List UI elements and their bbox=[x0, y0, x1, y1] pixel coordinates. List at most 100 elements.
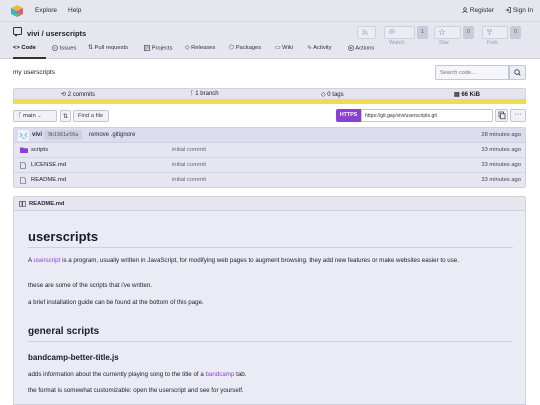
fork-label: Fork bbox=[487, 40, 498, 46]
issue-icon bbox=[52, 45, 58, 51]
tab-issues-label: Issues bbox=[59, 45, 77, 52]
register-link[interactable]: Register bbox=[462, 7, 494, 14]
file-name[interactable]: LICENSE.md bbox=[31, 162, 66, 168]
signin-link[interactable]: Sign In bbox=[505, 7, 533, 14]
branches-link[interactable]: ᚴ 1 branch bbox=[190, 91, 219, 97]
project-icon bbox=[144, 45, 150, 51]
eye-icon bbox=[389, 29, 395, 34]
https-toggle[interactable]: HTTPS bbox=[336, 109, 361, 122]
branch-name: main bbox=[23, 113, 36, 119]
tab-wiki[interactable]: ▭ Wiki bbox=[275, 45, 293, 51]
search-input[interactable] bbox=[435, 65, 509, 80]
active-tab-indicator bbox=[13, 57, 46, 59]
nav-explore[interactable]: Explore bbox=[35, 7, 57, 14]
bandcamp-link[interactable]: bandcamp bbox=[205, 371, 234, 378]
database-icon: ▤ bbox=[454, 92, 460, 98]
file-name[interactable]: README.md bbox=[31, 177, 66, 183]
file-commit-message[interactable]: initial commit bbox=[172, 147, 206, 153]
tab-releases[interactable]: ◇ Releases bbox=[185, 45, 215, 51]
copy-icon bbox=[498, 111, 506, 120]
tab-actions[interactable]: Actions bbox=[348, 45, 374, 52]
file-time: 33 minutes ago bbox=[481, 177, 521, 183]
tags-link[interactable]: ◇ 0 tags bbox=[321, 91, 344, 98]
tab-projects[interactable]: Projects bbox=[144, 45, 173, 52]
more-options-button[interactable]: ··· bbox=[510, 109, 526, 122]
copy-button[interactable] bbox=[495, 109, 508, 122]
pulse-icon: ∿ bbox=[307, 45, 312, 51]
tab-projects-label: Projects bbox=[151, 45, 173, 52]
file-commit-message[interactable]: initial commit bbox=[172, 162, 206, 168]
language-bar[interactable] bbox=[13, 100, 526, 104]
search-button[interactable] bbox=[509, 65, 526, 80]
nav-help[interactable]: Help bbox=[68, 7, 81, 14]
fork-icon bbox=[487, 28, 492, 35]
commit-author[interactable]: vivi bbox=[32, 132, 42, 138]
tab-activity[interactable]: ∿ Activity bbox=[307, 45, 332, 51]
tab-packages[interactable]: ⬡ Packages bbox=[229, 45, 261, 51]
logo-icon[interactable] bbox=[10, 4, 24, 18]
tag-icon: ◇ bbox=[321, 92, 326, 98]
repo-icon bbox=[13, 27, 22, 37]
commits-link[interactable]: ⟲ 2 commits bbox=[61, 91, 95, 98]
tab-packages-label: Packages bbox=[235, 45, 262, 51]
branch-icon: ᚴ bbox=[190, 91, 194, 97]
signin-label: Sign In bbox=[512, 7, 534, 14]
fork-count[interactable]: 0 bbox=[510, 26, 521, 39]
watch-button[interactable]: Watch bbox=[384, 26, 415, 46]
latest-commit-row: vivi 9b1981e56a remove .gitignore 28 min… bbox=[14, 128, 525, 143]
userscript-link[interactable]: userscript bbox=[34, 257, 61, 264]
file-icon bbox=[20, 177, 26, 184]
fork-button[interactable]: Fork bbox=[482, 26, 508, 46]
rss-icon bbox=[362, 28, 368, 35]
repo-description: my userscripts bbox=[13, 69, 55, 76]
repo-title[interactable]: vivi / userscripts bbox=[27, 29, 86, 38]
file-commit-message[interactable]: initial commit bbox=[172, 177, 206, 183]
branches-count: 1 branch bbox=[195, 91, 219, 97]
sign-in-icon bbox=[505, 7, 511, 14]
file-row-license[interactable]: LICENSE.md initial commit 33 minutes ago bbox=[14, 158, 525, 173]
readme-paragraph: a brief installation guide can be found … bbox=[28, 299, 204, 306]
repo-size-value: 66 KiB bbox=[461, 92, 481, 98]
star-button[interactable]: Star bbox=[434, 26, 461, 46]
file-row-readme[interactable]: README.md initial commit 33 minutes ago bbox=[14, 173, 525, 188]
readme-paragraph: adds information about the currently pla… bbox=[28, 370, 513, 379]
file-icon bbox=[20, 162, 26, 169]
text: adds information about the currently pla… bbox=[28, 371, 206, 378]
readme-paragraph: these are some of the scripts that i've … bbox=[28, 282, 152, 289]
watch-label: Watch bbox=[389, 40, 405, 46]
star-icon bbox=[439, 28, 445, 35]
chevron-down-icon: ⌄ bbox=[37, 113, 42, 119]
tag-icon: ◇ bbox=[185, 45, 190, 51]
file-row-scripts[interactable]: scripts initial commit 33 minutes ago bbox=[14, 143, 525, 158]
tab-code[interactable]: <> Code bbox=[13, 45, 36, 51]
clone-url-input[interactable] bbox=[361, 109, 493, 122]
file-time: 33 minutes ago bbox=[481, 147, 521, 153]
text: is a program, usually written in JavaScr… bbox=[60, 257, 459, 264]
tab-issues[interactable]: Issues bbox=[52, 45, 76, 52]
star-count[interactable]: 0 bbox=[463, 26, 474, 39]
tab-wiki-label: Wiki bbox=[282, 45, 294, 51]
book-icon: ▭ bbox=[275, 45, 281, 51]
search-icon bbox=[514, 69, 521, 76]
branch-dropdown[interactable]: ᚴ main ⌄ bbox=[13, 110, 57, 122]
avatar[interactable] bbox=[18, 130, 29, 141]
tab-pull-requests[interactable]: ⇅ Pull requests bbox=[88, 45, 128, 51]
readme-filename[interactable]: README.md bbox=[29, 201, 64, 207]
readme-paragraph: the format is somewhat customizable: ope… bbox=[28, 387, 244, 394]
commit-sha[interactable]: 9b1981e56a bbox=[44, 130, 83, 140]
package-icon: ⬡ bbox=[229, 45, 235, 51]
compare-button[interactable]: ⇅ bbox=[60, 110, 71, 122]
watch-count[interactable]: 1 bbox=[417, 26, 428, 39]
star-label: Star bbox=[439, 40, 450, 46]
file-name[interactable]: scripts bbox=[31, 147, 48, 153]
repo-size: ▤ 66 KiB bbox=[454, 91, 480, 98]
tab-actions-label: Actions bbox=[355, 45, 375, 52]
ellipsis-icon: ··· bbox=[514, 111, 522, 118]
readme-header: README.md bbox=[13, 196, 526, 210]
find-file-button[interactable]: Find a file bbox=[73, 110, 109, 122]
divider bbox=[28, 247, 513, 248]
commit-time: 28 minutes ago bbox=[481, 132, 521, 138]
folder-icon bbox=[20, 147, 28, 153]
rss-button[interactable] bbox=[357, 26, 376, 39]
commit-message[interactable]: remove .gitignore bbox=[89, 132, 135, 138]
